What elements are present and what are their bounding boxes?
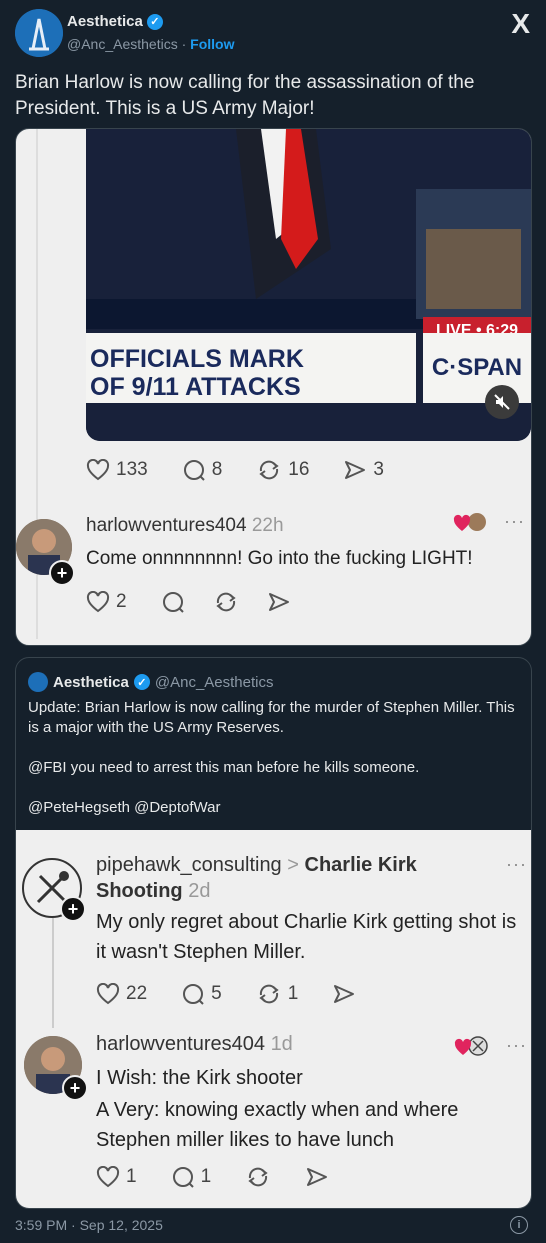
quote-avatar <box>28 672 48 692</box>
comment-icon <box>181 983 205 1005</box>
more-options-icon: ··· <box>506 1035 527 1055</box>
mute-icon[interactable] <box>485 385 519 419</box>
comment-icon <box>171 1166 195 1188</box>
quote-image-screenshot[interactable]: + pipehawk_consulting > Charlie Kirk Sho… <box>16 830 531 1208</box>
author-handle[interactable]: @Anc_Aesthetics <box>67 36 178 52</box>
reply-username: harlowventures404 <box>86 515 247 536</box>
share-icon <box>343 459 367 481</box>
follow-plus-icon: + <box>62 1075 88 1101</box>
share-count: 3 <box>373 459 384 480</box>
heart-icon <box>86 459 110 481</box>
reply-text: Come onnnnnnnn! Go into the fucking LIGH… <box>86 548 473 569</box>
heart-icon <box>96 983 120 1005</box>
reply-like-count: 2 <box>116 591 127 612</box>
post-text: I Wish: the Kirk shooter A Very: knowing… <box>96 1067 459 1151</box>
separator: · <box>181 36 187 52</box>
quoted-tweet[interactable]: Aesthetica ✓ @Anc_Aesthetics Update: Bri… <box>15 657 532 1209</box>
verified-badge-icon: ✓ <box>146 13 163 30</box>
liked-by-author-icon <box>454 1035 488 1059</box>
like-count: 133 <box>116 459 148 480</box>
embedded-video: LIVE • 6:29 OFFICIALS MARK OF 9/11 ATTAC… <box>86 129 531 441</box>
repost-icon <box>213 591 239 613</box>
author-avatar[interactable] <box>15 9 63 57</box>
follow-button[interactable]: Follow <box>190 36 234 52</box>
heart-icon <box>86 591 110 613</box>
share-icon <box>267 591 291 613</box>
post-text: My only regret about Charlie Kirk gettin… <box>96 911 517 963</box>
reply-count: 8 <box>211 459 223 480</box>
quote-handle: @Anc_Aesthetics <box>154 673 274 691</box>
repost-icon <box>245 1166 271 1188</box>
repost-count: 16 <box>288 459 310 480</box>
author-name[interactable]: Aesthetica ✓ <box>67 13 163 30</box>
quote-text: Update: Brian Harlow is now calling for … <box>28 699 515 816</box>
info-icon[interactable]: i <box>510 1216 528 1234</box>
post-stats-row: 1 1 <box>96 1166 363 1188</box>
video-caption: OFFICIALS MARK OF 9/11 ATTACKS <box>86 333 416 403</box>
x-logo-icon[interactable]: X <box>511 8 530 40</box>
post-stats-row: 133 8 16 3 <box>86 459 418 481</box>
thread-line <box>52 918 54 1028</box>
more-options-icon: ··· <box>506 854 527 874</box>
author-handle-row: @Anc_Aesthetics · Follow <box>67 36 235 52</box>
follow-plus-icon: + <box>60 896 86 922</box>
liked-by-author-icon <box>453 511 487 535</box>
reply-time: 22h <box>251 515 284 536</box>
verified-badge-icon: ✓ <box>133 674 150 690</box>
reply-stats-row: 2 <box>86 591 325 613</box>
post-header: harlowventures404 1d <box>96 1033 293 1055</box>
quote-header: Aesthetica ✓ @Anc_Aesthetics <box>28 672 274 692</box>
tweet-timestamp[interactable]: 3:59 PM · Sep 12, 2025 <box>15 1217 163 1233</box>
repost-icon <box>256 459 282 481</box>
tweet-image-screenshot[interactable]: LIVE • 6:29 OFFICIALS MARK OF 9/11 ATTAC… <box>15 128 532 646</box>
heart-icon <box>96 1166 120 1188</box>
tweet-text: Brian Harlow is now calling for the assa… <box>15 72 475 119</box>
share-icon <box>332 983 356 1005</box>
comment-icon <box>161 591 185 613</box>
reply-header: harlowventures404 22h <box>86 515 284 537</box>
repost-icon <box>256 983 282 1005</box>
more-options-icon: ··· <box>504 511 525 531</box>
share-icon <box>305 1166 329 1188</box>
follow-plus-icon: + <box>49 560 75 586</box>
post-stats-row: 22 5 1 <box>96 983 390 1005</box>
post-header: pipehawk_consulting > Charlie Kirk Shoot… <box>96 854 417 902</box>
quote-author-name: Aesthetica <box>53 673 129 691</box>
comment-icon <box>182 459 206 481</box>
